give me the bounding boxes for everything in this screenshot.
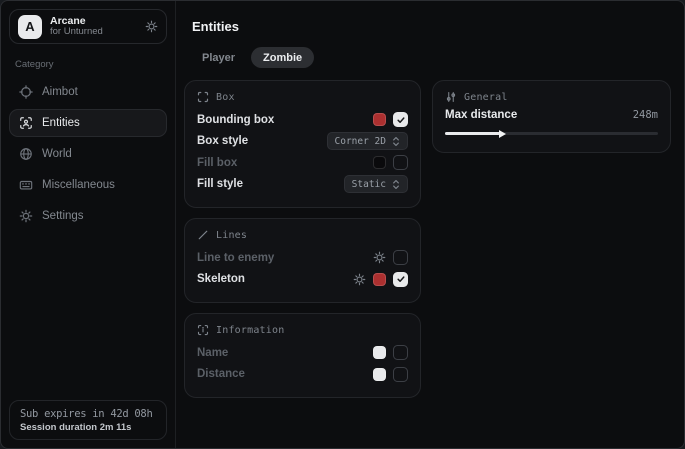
category-label: Category	[15, 59, 167, 70]
subscription-info: Sub expires in 42d 08h Session duration …	[9, 400, 167, 440]
page-title: Entities	[192, 19, 671, 34]
tab-player[interactable]: Player	[190, 47, 247, 68]
slider-fill	[445, 132, 500, 135]
card-title: General	[464, 92, 508, 103]
sidebar-item-label: World	[42, 148, 72, 160]
checkbox-unchecked[interactable]	[393, 367, 408, 382]
checkbox-unchecked[interactable]	[393, 345, 408, 360]
sliders-icon	[445, 91, 457, 103]
crosshair-icon	[19, 85, 33, 99]
setting-row-box-style: Box style Corner 2D	[197, 131, 408, 153]
scan-person-icon	[19, 116, 33, 130]
entity-tabs: Player Zombie	[190, 47, 671, 68]
general-card: General Max distance 248m	[432, 80, 671, 153]
app-logo: A	[18, 15, 42, 39]
brand-subtitle: for Unturned	[50, 27, 137, 38]
sidebar-item-label: Settings	[42, 210, 84, 222]
sidebar-item-aimbot[interactable]: Aimbot	[9, 78, 167, 106]
checkbox-unchecked[interactable]	[393, 155, 408, 170]
information-icon	[197, 324, 209, 336]
sidebar-item-label: Aimbot	[42, 86, 78, 98]
tab-zombie[interactable]: Zombie	[251, 47, 314, 68]
sidebar: A Arcane for Unturned Category Aimbot	[1, 1, 176, 448]
color-swatch[interactable]	[373, 156, 386, 169]
sub-expiry-text: Sub expires in 42d 08h	[20, 408, 156, 420]
setting-row-skeleton: Skeleton	[197, 269, 408, 291]
checkbox-checked[interactable]	[393, 112, 408, 127]
setting-row-max-distance: Max distance 248m	[445, 109, 658, 121]
lines-card: Lines Line to enemy Skeleton	[184, 218, 421, 303]
sidebar-item-label: Miscellaneous	[42, 179, 115, 191]
gear-icon	[19, 209, 33, 223]
setting-row-fill-style: Fill style Static	[197, 174, 408, 196]
line-icon	[197, 229, 209, 241]
setting-row-name: Name	[197, 342, 408, 364]
sidebar-item-label: Entities	[42, 117, 80, 129]
setting-row-fill-box: Fill box	[197, 152, 408, 174]
card-title: Box	[216, 92, 235, 103]
box-style-dropdown[interactable]: Corner 2D	[327, 132, 408, 150]
corner-brackets-icon	[197, 91, 209, 103]
chevrons-up-down-icon	[392, 136, 400, 147]
information-card: Information Name Distance	[184, 313, 421, 398]
sidebar-item-world[interactable]: World	[9, 140, 167, 168]
color-swatch[interactable]	[373, 346, 386, 359]
card-title: Lines	[216, 230, 247, 241]
keyboard-icon	[19, 178, 33, 192]
color-swatch[interactable]	[373, 113, 386, 126]
card-title: Information	[216, 325, 284, 336]
globe-icon	[19, 147, 33, 161]
color-swatch[interactable]	[373, 368, 386, 381]
max-distance-value: 248m	[633, 109, 658, 121]
main-content: Entities Player Zombie Box Bounding box	[176, 1, 684, 448]
checkbox-checked[interactable]	[393, 272, 408, 287]
setting-row-bounding-box: Bounding box	[197, 109, 408, 131]
slider-thumb[interactable]	[499, 130, 506, 138]
brand-card: A Arcane for Unturned	[9, 9, 167, 44]
fill-style-dropdown[interactable]: Static	[344, 175, 408, 193]
sidebar-nav: Aimbot Entities World Miscellaneous	[9, 78, 167, 230]
setting-row-distance: Distance	[197, 364, 408, 386]
chevrons-up-down-icon	[392, 179, 400, 190]
box-card: Box Bounding box Box style	[184, 80, 421, 208]
checkbox-unchecked[interactable]	[393, 250, 408, 265]
config-gear-icon[interactable]	[353, 273, 366, 286]
session-duration-text: Session duration 2m 11s	[20, 422, 156, 433]
config-gear-icon[interactable]	[373, 251, 386, 264]
setting-row-line-to-enemy: Line to enemy	[197, 247, 408, 269]
sidebar-item-entities[interactable]: Entities	[9, 109, 167, 137]
sidebar-item-miscellaneous[interactable]: Miscellaneous	[9, 171, 167, 199]
color-swatch[interactable]	[373, 273, 386, 286]
gear-icon[interactable]	[145, 20, 158, 33]
max-distance-slider[interactable]	[445, 127, 658, 140]
sidebar-item-settings[interactable]: Settings	[9, 202, 167, 230]
app-window: A Arcane for Unturned Category Aimbot	[0, 0, 685, 449]
